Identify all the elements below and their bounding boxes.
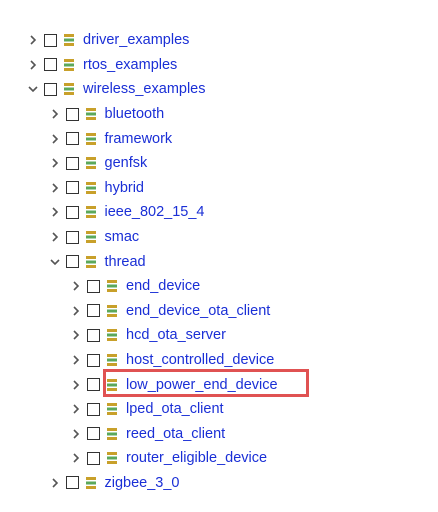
tree-item[interactable]: ieee_802_15_4	[0, 200, 438, 225]
package-icon	[63, 58, 75, 72]
package-icon	[106, 328, 118, 342]
chevron-right-icon[interactable]	[70, 428, 82, 440]
chevron-right-icon[interactable]	[70, 379, 82, 391]
chevron-down-icon[interactable]	[27, 83, 39, 95]
tree-item-label: lped_ota_client	[126, 401, 224, 418]
tree-item-label: zigbee_3_0	[104, 474, 180, 491]
chevron-right-icon[interactable]	[70, 305, 82, 317]
chevron-right-icon[interactable]	[27, 34, 39, 46]
package-icon	[63, 82, 75, 96]
tree-item[interactable]: reed_ota_client	[0, 422, 438, 447]
tree-item-label: low_power_end_device	[126, 376, 278, 393]
tree-item[interactable]: host_controlled_device	[0, 348, 438, 373]
package-icon	[85, 156, 97, 170]
item-checkbox[interactable]	[44, 82, 57, 96]
tree-item[interactable]: end_device_ota_client	[0, 299, 438, 324]
chevron-right-icon[interactable]	[70, 354, 82, 366]
tree-item-label: hcd_ota_server	[126, 327, 226, 344]
tree-item-label: driver_examples	[83, 32, 190, 49]
chevron-right-icon[interactable]	[49, 231, 61, 243]
package-icon	[106, 378, 118, 392]
item-checkbox[interactable]	[87, 451, 100, 465]
package-icon	[106, 402, 118, 416]
item-checkbox[interactable]	[87, 402, 100, 416]
item-checkbox[interactable]	[65, 181, 79, 195]
tree-item[interactable]: zigbee_3_0	[0, 471, 438, 496]
package-icon	[106, 279, 118, 293]
chevron-right-icon[interactable]	[70, 403, 82, 415]
tree-item-label: end_device	[126, 278, 201, 295]
tree-item-label: router_eligible_device	[126, 450, 268, 467]
tree-item-label: wireless_examples	[83, 81, 206, 98]
package-icon	[85, 107, 97, 121]
package-icon	[85, 255, 97, 269]
tree-item-label: genfsk	[104, 155, 148, 172]
chevron-right-icon[interactable]	[49, 108, 61, 120]
tree-item-label: framework	[104, 130, 173, 147]
tree-item[interactable]: low_power_end_device	[0, 372, 438, 397]
tree-item-label: rtos_examples	[83, 56, 178, 73]
tree-item[interactable]: lped_ota_client	[0, 397, 438, 422]
package-icon	[63, 33, 75, 47]
item-checkbox[interactable]	[87, 328, 100, 342]
item-checkbox[interactable]	[65, 230, 79, 244]
package-icon	[85, 476, 97, 490]
chevron-right-icon[interactable]	[49, 206, 61, 218]
tree-item[interactable]: hybrid	[0, 176, 438, 201]
tree-item[interactable]: thread	[0, 249, 438, 274]
package-icon	[106, 304, 118, 318]
tree-item[interactable]: wireless_examples	[0, 77, 438, 102]
chevron-right-icon[interactable]	[70, 280, 82, 292]
chevron-right-icon[interactable]	[70, 329, 82, 341]
item-checkbox[interactable]	[65, 255, 79, 269]
item-checkbox[interactable]	[87, 353, 100, 367]
tree-item-label: smac	[104, 229, 140, 246]
item-checkbox[interactable]	[44, 33, 57, 47]
chevron-down-icon[interactable]	[49, 256, 61, 268]
item-checkbox[interactable]	[65, 107, 79, 121]
project-tree: driver_examples rtos_examples wireless_exa…	[0, 28, 438, 495]
chevron-right-icon[interactable]	[49, 133, 61, 145]
tree-item-label: bluetooth	[104, 106, 165, 123]
package-icon	[85, 181, 97, 195]
tree-item-label: ieee_802_15_4	[104, 204, 205, 221]
package-icon	[106, 353, 118, 367]
item-checkbox[interactable]	[87, 279, 100, 293]
item-checkbox[interactable]	[87, 304, 100, 318]
package-icon	[85, 132, 97, 146]
package-icon	[106, 427, 118, 441]
tree-item[interactable]: genfsk	[0, 151, 438, 176]
tree-item[interactable]: smac	[0, 225, 438, 250]
tree-item[interactable]: driver_examples	[0, 28, 438, 53]
package-icon	[85, 230, 97, 244]
chevron-right-icon[interactable]	[49, 182, 61, 194]
tree-item[interactable]: rtos_examples	[0, 53, 438, 78]
item-checkbox[interactable]	[65, 205, 79, 219]
tree-item[interactable]: framework	[0, 126, 438, 151]
tree-item-label: thread	[104, 253, 146, 270]
package-icon	[85, 205, 97, 219]
item-checkbox[interactable]	[87, 427, 100, 441]
chevron-right-icon[interactable]	[49, 477, 61, 489]
tree-item-label: end_device_ota_client	[126, 302, 271, 319]
chevron-right-icon[interactable]	[70, 452, 82, 464]
item-checkbox[interactable]	[87, 378, 100, 392]
item-checkbox[interactable]	[65, 156, 79, 170]
chevron-right-icon[interactable]	[27, 59, 39, 71]
package-icon	[106, 451, 118, 465]
tree-item[interactable]: end_device	[0, 274, 438, 299]
tree-item[interactable]: router_eligible_device	[0, 446, 438, 471]
chevron-right-icon[interactable]	[49, 157, 61, 169]
item-checkbox[interactable]	[65, 132, 79, 146]
tree-item-label: reed_ota_client	[126, 425, 226, 442]
tree-item[interactable]: hcd_ota_server	[0, 323, 438, 348]
item-checkbox[interactable]	[65, 476, 79, 490]
item-checkbox[interactable]	[44, 58, 57, 72]
tree-item-label: host_controlled_device	[126, 352, 275, 369]
tree-item[interactable]: bluetooth	[0, 102, 438, 127]
tree-item-label: hybrid	[104, 179, 145, 196]
